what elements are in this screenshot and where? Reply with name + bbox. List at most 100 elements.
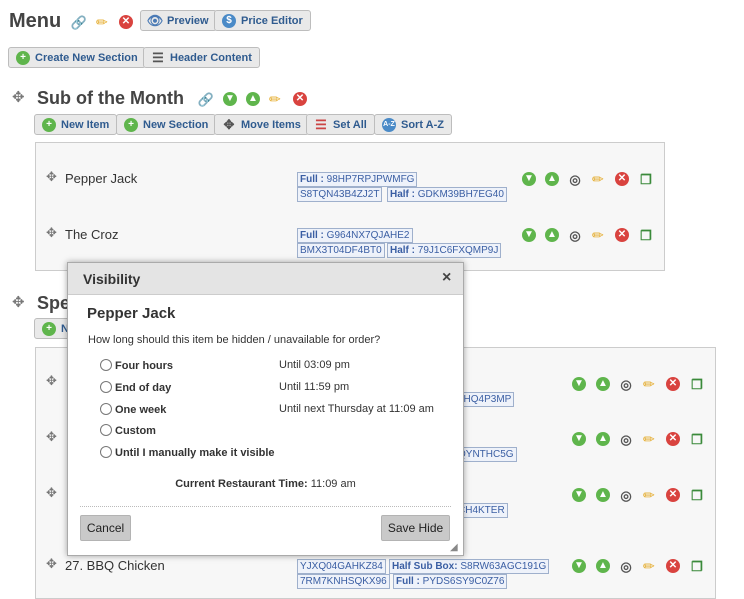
move-down-icon[interactable]: ▼ bbox=[572, 559, 586, 573]
item-code: Full : 98HP7RPJPWMFG bbox=[297, 172, 418, 187]
move-items-button[interactable]: ✥ Move Items bbox=[214, 114, 309, 135]
duplicate-icon[interactable]: ❐ bbox=[639, 228, 653, 242]
plus-icon: + bbox=[42, 321, 56, 336]
code-label: Half : bbox=[390, 245, 415, 256]
header-content-label: Header Content bbox=[170, 51, 252, 64]
move-up-icon[interactable]: ▲ bbox=[545, 172, 559, 186]
edit-icon[interactable]: ✏ bbox=[96, 14, 108, 31]
edit-icon[interactable]: ✏ bbox=[643, 431, 655, 448]
save-hide-button[interactable]: Save Hide bbox=[381, 515, 450, 541]
hide-eye-icon[interactable]: ◎ bbox=[619, 377, 633, 391]
time-label: Current Restaurant Time: bbox=[175, 478, 308, 490]
duplicate-icon[interactable]: ❐ bbox=[639, 172, 653, 186]
link-icon[interactable]: 🔗 bbox=[71, 15, 87, 29]
drag-handle-icon[interactable]: ✥ bbox=[12, 88, 25, 106]
item-name[interactable]: 27. BBQ Chicken bbox=[65, 558, 165, 573]
drag-handle-icon[interactable]: ✥ bbox=[12, 293, 25, 311]
move-up-icon[interactable]: ▲ bbox=[246, 92, 260, 106]
close-icon[interactable]: × bbox=[442, 269, 451, 287]
dialog-header[interactable]: Visibility × bbox=[68, 263, 463, 295]
option-until: Until 03:09 pm bbox=[279, 359, 350, 371]
option-label[interactable]: End of day bbox=[115, 382, 171, 394]
sort-button[interactable]: A-Z Sort A-Z bbox=[374, 114, 452, 135]
duplicate-icon[interactable]: ❐ bbox=[690, 488, 704, 502]
item-code: Full : PYDS6SY9C0Z76 bbox=[393, 574, 508, 589]
move-down-icon[interactable]: ▼ bbox=[522, 228, 536, 242]
code-value: 7RM7KNHSQKX96 bbox=[300, 576, 387, 587]
drag-handle-icon[interactable]: ✥ bbox=[46, 485, 57, 501]
delete-icon[interactable]: ✕ bbox=[119, 15, 133, 29]
edit-icon[interactable]: ✏ bbox=[643, 376, 655, 393]
dialog-title: Visibility bbox=[83, 271, 141, 287]
radio-one-week[interactable] bbox=[100, 403, 112, 415]
section-title: Sub of the Month bbox=[37, 88, 184, 108]
move-up-icon[interactable]: ▲ bbox=[596, 559, 610, 573]
code-value: 98HP7RPJPWMFG bbox=[326, 174, 415, 185]
duplicate-icon[interactable]: ❐ bbox=[690, 377, 704, 391]
item-code: 7RM7KNHSQKX96 bbox=[297, 574, 390, 589]
delete-icon[interactable]: ✕ bbox=[615, 228, 629, 242]
dollar-icon: $ bbox=[222, 13, 236, 28]
radio-custom[interactable] bbox=[100, 424, 112, 436]
set-all-button[interactable]: ☰ Set All bbox=[306, 114, 375, 135]
duplicate-icon[interactable]: ❐ bbox=[690, 559, 704, 573]
move-up-icon[interactable]: ▲ bbox=[596, 377, 610, 391]
drag-handle-icon[interactable]: ✥ bbox=[46, 373, 57, 389]
delete-icon[interactable]: ✕ bbox=[666, 432, 680, 446]
resize-handle-icon[interactable]: ◢ bbox=[450, 542, 458, 553]
move-up-icon[interactable]: ▲ bbox=[596, 432, 610, 446]
edit-icon[interactable]: ✏ bbox=[592, 227, 604, 244]
drag-handle-icon[interactable]: ✥ bbox=[46, 556, 57, 572]
drag-handle-icon[interactable]: ✥ bbox=[46, 169, 57, 185]
edit-icon[interactable]: ✏ bbox=[643, 558, 655, 575]
radio-four-hours[interactable] bbox=[100, 359, 112, 371]
create-section-button[interactable]: + Create New Section bbox=[8, 47, 146, 68]
hide-eye-icon[interactable]: ◎ bbox=[619, 559, 633, 573]
new-section-button[interactable]: + New Section bbox=[116, 114, 217, 135]
link-icon[interactable]: 🔗 bbox=[198, 92, 214, 106]
code-value: BMX3T04DF4BT0 bbox=[300, 245, 382, 256]
drag-handle-icon[interactable]: ✥ bbox=[46, 225, 57, 241]
hide-eye-icon[interactable]: ◎ bbox=[568, 228, 582, 242]
header-content-button[interactable]: ☰ Header Content bbox=[143, 47, 260, 68]
edit-icon[interactable]: ✏ bbox=[269, 91, 281, 108]
move-up-icon[interactable]: ▲ bbox=[596, 488, 610, 502]
delete-icon[interactable]: ✕ bbox=[293, 92, 307, 106]
create-section-label: Create New Section bbox=[35, 51, 138, 64]
move-down-icon[interactable]: ▼ bbox=[572, 377, 586, 391]
code-label: Half Sub Box: bbox=[392, 561, 458, 572]
drag-handle-icon[interactable]: ✥ bbox=[46, 429, 57, 445]
hide-eye-icon[interactable]: ◎ bbox=[619, 432, 633, 446]
move-up-icon[interactable]: ▲ bbox=[545, 228, 559, 242]
code-value: QYNTHC5G bbox=[458, 449, 514, 460]
delete-icon[interactable]: ✕ bbox=[615, 172, 629, 186]
radio-manual[interactable] bbox=[100, 446, 112, 458]
cancel-button[interactable]: Cancel bbox=[80, 515, 131, 541]
item-name[interactable]: The Croz bbox=[65, 227, 118, 242]
radio-end-of-day[interactable] bbox=[100, 381, 112, 393]
option-label[interactable]: Custom bbox=[115, 425, 156, 437]
eye-icon: 👁 bbox=[146, 13, 164, 28]
code-value: 79J1C6FXQMP9J bbox=[417, 245, 499, 256]
new-item-button[interactable]: + New Item bbox=[34, 114, 118, 135]
move-down-icon[interactable]: ▼ bbox=[572, 488, 586, 502]
move-down-icon[interactable]: ▼ bbox=[522, 172, 536, 186]
price-editor-button[interactable]: $ Price Editor bbox=[214, 10, 311, 31]
dialog-item-name: Pepper Jack bbox=[87, 305, 176, 322]
option-label[interactable]: One week bbox=[115, 404, 166, 416]
hide-eye-icon[interactable]: ◎ bbox=[619, 488, 633, 502]
duplicate-icon[interactable]: ❐ bbox=[690, 432, 704, 446]
item-name[interactable]: Pepper Jack bbox=[65, 171, 137, 186]
item-code: BMX3T04DF4BT0 bbox=[297, 243, 385, 258]
edit-icon[interactable]: ✏ bbox=[643, 487, 655, 504]
option-label[interactable]: Four hours bbox=[115, 360, 173, 372]
delete-icon[interactable]: ✕ bbox=[666, 488, 680, 502]
delete-icon[interactable]: ✕ bbox=[666, 559, 680, 573]
delete-icon[interactable]: ✕ bbox=[666, 377, 680, 391]
option-label[interactable]: Until I manually make it visible bbox=[115, 447, 275, 459]
move-down-icon[interactable]: ▼ bbox=[223, 92, 237, 106]
hide-eye-icon[interactable]: ◎ bbox=[568, 172, 582, 186]
preview-button[interactable]: 👁 Preview bbox=[140, 10, 217, 31]
move-down-icon[interactable]: ▼ bbox=[572, 432, 586, 446]
edit-icon[interactable]: ✏ bbox=[592, 171, 604, 188]
